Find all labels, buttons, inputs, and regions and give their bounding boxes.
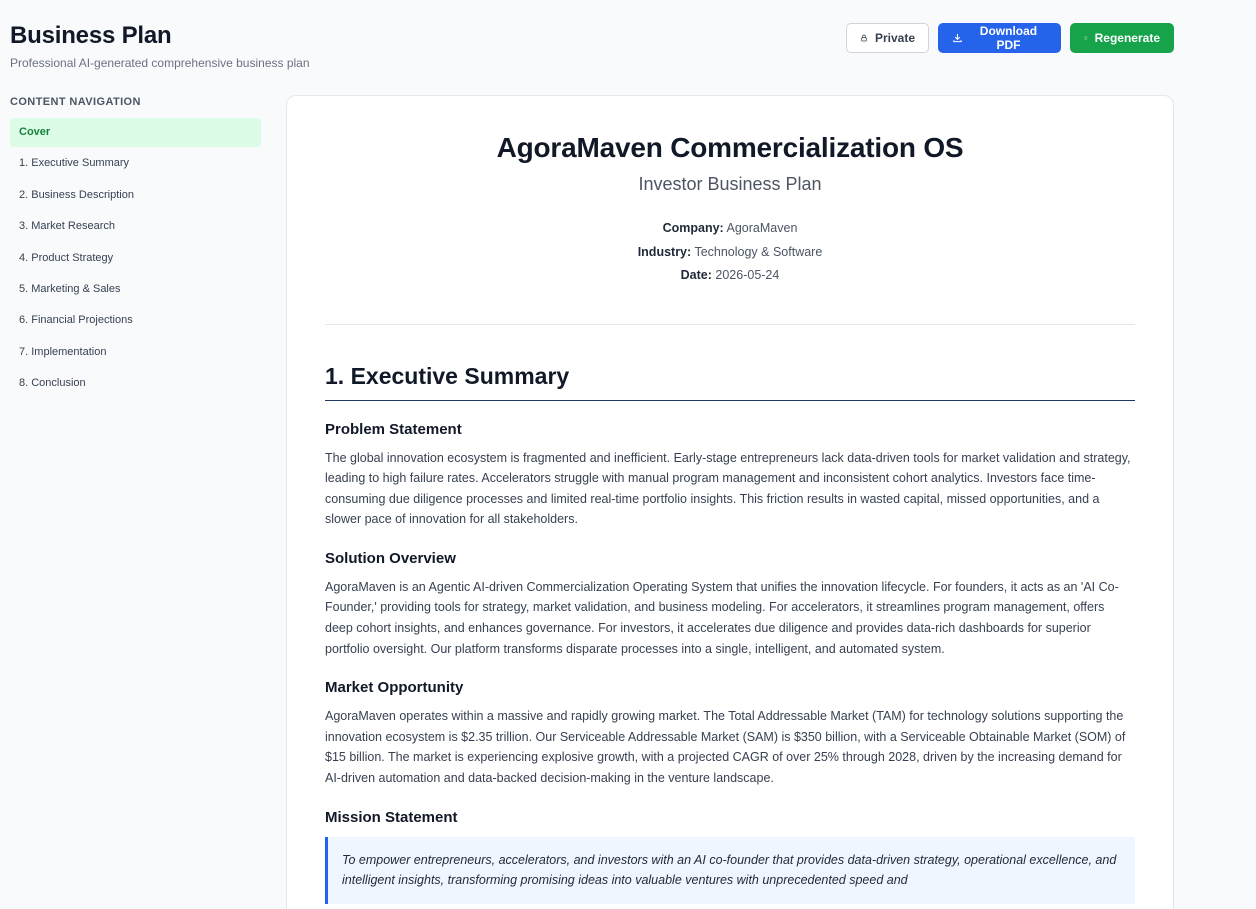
page-header: Business Plan Professional AI-generated …	[10, 22, 310, 70]
private-button[interactable]: Private	[846, 23, 929, 53]
mission-quote: To empower entrepreneurs, accelerators, …	[325, 836, 1135, 904]
refresh-icon	[1084, 36, 1088, 40]
content-navigation: CONTENT NAVIGATION Cover 1. Executive Su…	[10, 96, 261, 401]
download-icon	[953, 33, 962, 43]
meta-date-value: 2026-05-24	[715, 268, 780, 282]
cover-divider	[325, 323, 1135, 325]
download-label: Download PDF	[979, 24, 1038, 52]
section-title-executive-summary: 1. Executive Summary	[325, 363, 1135, 401]
document-panel[interactable]: AgoraMaven Commercialization OS Investor…	[286, 95, 1174, 909]
meta-industry-label: Industry:	[637, 244, 692, 259]
meta-company-value: AgoraMaven	[726, 221, 798, 235]
subsection-title-solution: Solution Overview	[325, 549, 456, 567]
toolbar: Private Download PDF Regenerate	[846, 23, 1174, 53]
subsection-title-problem: Problem Statement	[325, 420, 462, 438]
meta-date-label: Date:	[680, 268, 712, 282]
solution-paragraph: AgoraMaven is an Agentic AI-driven Comme…	[325, 579, 1119, 656]
nav-item-marketing-sales[interactable]: 5. Marketing & Sales	[10, 275, 261, 304]
market-paragraph: AgoraMaven operates within a massive and…	[325, 709, 1126, 786]
private-label: Private	[874, 31, 915, 45]
nav-item-cover[interactable]: Cover	[10, 118, 261, 147]
regenerate-label: Regenerate	[1094, 31, 1160, 45]
page-subtitle: Professional AI-generated comprehensive …	[10, 56, 310, 70]
download-pdf-button[interactable]: Download PDF	[938, 23, 1061, 53]
meta-company: Company: AgoraMaven	[325, 217, 1135, 241]
nav-item-market-research[interactable]: 3. Market Research	[10, 212, 261, 241]
nav-item-conclusion[interactable]: 8. Conclusion	[10, 369, 261, 398]
nav-list: Cover 1. Executive Summary 2. Business D…	[10, 118, 261, 398]
document-subtitle: Investor Business Plan	[638, 174, 822, 194]
document-meta: Company: AgoraMaven Industry: Technology…	[325, 217, 1135, 288]
nav-heading: CONTENT NAVIGATION	[10, 96, 141, 108]
cover-section: AgoraMaven Commercialization OS Investor…	[325, 96, 1135, 288]
problem-paragraph: The global innovation ecosystem is fragm…	[325, 450, 1131, 527]
subsection-title-market: Market Opportunity	[325, 679, 464, 697]
lock-icon	[861, 34, 867, 42]
meta-company-label: Company:	[662, 221, 724, 235]
nav-item-business-description[interactable]: 2. Business Description	[10, 181, 261, 210]
nav-item-product-strategy[interactable]: 4. Product Strategy	[10, 244, 261, 273]
nav-item-implementation[interactable]: 7. Implementation	[10, 338, 261, 367]
document-title: AgoraMaven Commercialization OS	[496, 132, 964, 163]
meta-industry-value: Technology & Software	[694, 244, 823, 259]
page-title: Business Plan	[10, 22, 172, 49]
regenerate-button[interactable]: Regenerate	[1070, 23, 1174, 53]
nav-item-financial-projections[interactable]: 6. Financial Projections	[10, 306, 261, 335]
subsection-title-mission: Mission Statement	[325, 808, 458, 826]
meta-industry: Industry: Technology & Software	[325, 241, 1135, 265]
nav-item-executive-summary[interactable]: 1. Executive Summary	[10, 149, 261, 178]
meta-date: Date: 2026-05-24	[325, 264, 1135, 288]
